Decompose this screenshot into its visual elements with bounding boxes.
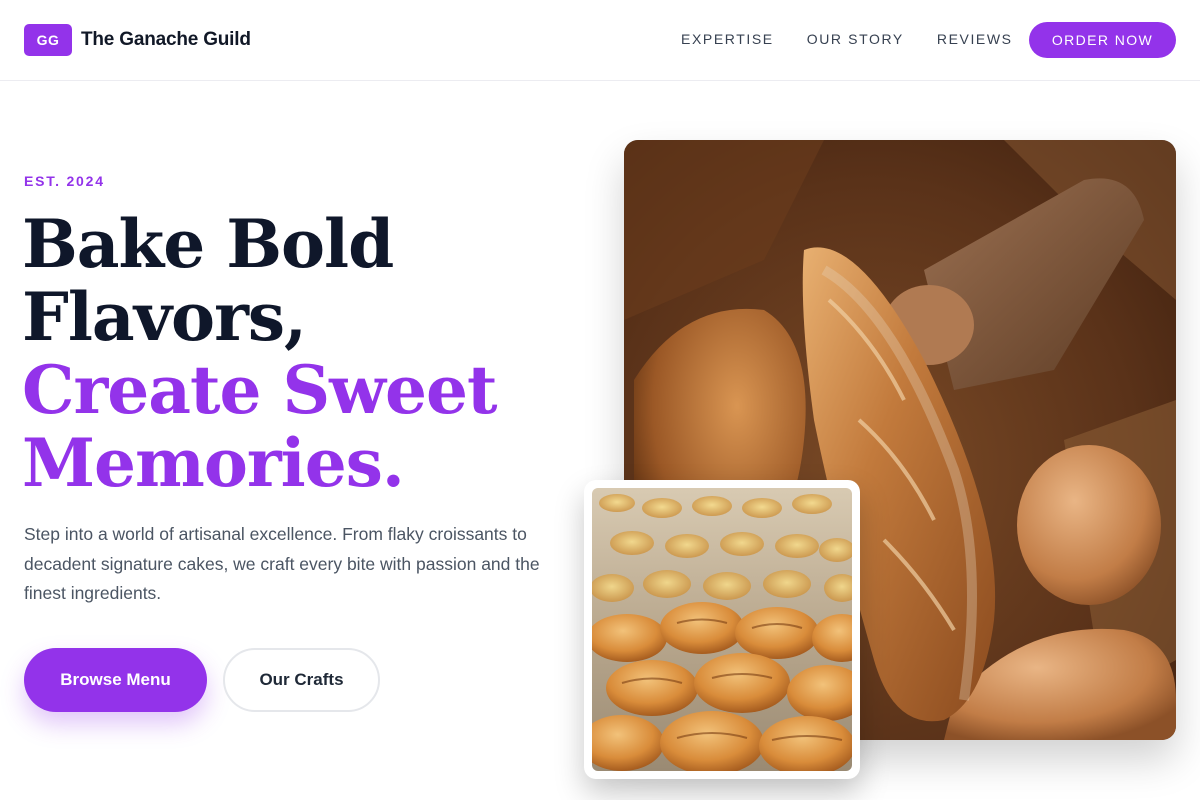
headline-line-1: Bake Bold: [22, 205, 394, 283]
order-now-button[interactable]: ORDER NOW: [1029, 22, 1176, 58]
headline-line-4: Memories.: [22, 424, 405, 502]
top-navigation: GG The Ganache Guild EXPERTISE OUR STORY…: [0, 0, 1200, 81]
nav-link-reviews[interactable]: REVIEWS: [937, 31, 1013, 47]
nav-link-our-story[interactable]: OUR STORY: [807, 31, 904, 47]
browse-menu-button[interactable]: Browse Menu: [24, 648, 207, 712]
brand-logo: GG: [24, 24, 72, 56]
brand-link[interactable]: GG The Ganache Guild: [24, 24, 251, 56]
our-crafts-button[interactable]: Our Crafts: [223, 648, 380, 712]
hero-description: Step into a world of artisanal excellenc…: [24, 524, 540, 603]
established-label: EST. 2024: [24, 173, 105, 189]
nav-link-expertise[interactable]: EXPERTISE: [681, 31, 774, 47]
headline-line-2: Flavors,: [22, 278, 307, 356]
pastry-tray-photo: [592, 488, 852, 771]
nav-links: EXPERTISE OUR STORY REVIEWS: [681, 31, 1013, 47]
headline-line-3: Create Sweet: [22, 351, 497, 429]
hero-headline: Bake Bold Flavors, Create Sweet Memories…: [22, 205, 497, 502]
pastry-tray-photo-frame: [584, 480, 860, 779]
brand-name: The Ganache Guild: [81, 29, 251, 50]
